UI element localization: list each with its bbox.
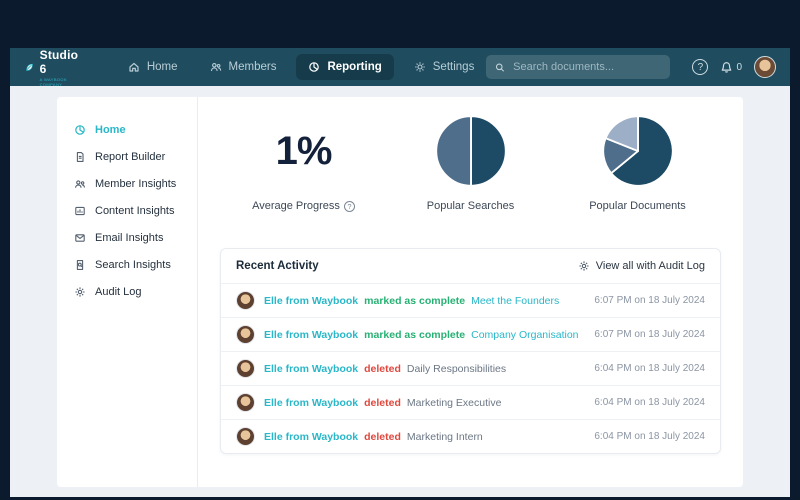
avatar: [236, 325, 255, 344]
activity-timestamp: 6:04 PM on 18 July 2024: [594, 363, 705, 374]
document-search-icon: [74, 259, 86, 271]
help-button[interactable]: ?: [692, 59, 708, 75]
activity-row: Elle from Waybook deleted Daily Responsi…: [221, 351, 720, 385]
recent-activity-title: Recent Activity: [236, 260, 319, 272]
popular-documents-pie-chart: [601, 114, 675, 188]
audit-log-icon: [74, 286, 86, 298]
user-avatar[interactable]: [754, 56, 776, 78]
search-icon: [495, 62, 505, 73]
avatar: [236, 359, 255, 378]
people-icon: [74, 178, 86, 190]
reporting-icon: [308, 61, 320, 73]
view-all-audit-log-link[interactable]: View all with Audit Log: [578, 260, 705, 272]
sidebar-item-email-insights[interactable]: Email Insights: [74, 224, 197, 251]
sidebar-item-report-builder[interactable]: Report Builder: [74, 143, 197, 170]
sidebar: Home Report Builder Member Insights: [57, 97, 198, 487]
audit-log-icon: [578, 260, 590, 272]
activity-user-link[interactable]: Elle from Waybook: [264, 397, 358, 409]
activity-action: marked as complete: [364, 295, 465, 307]
activity-row: Elle from Waybook marked as complete Mee…: [221, 283, 720, 317]
avatar: [236, 393, 255, 412]
settings-icon: [414, 61, 426, 73]
activity-action: deleted: [364, 431, 401, 443]
top-navbar: Studio 6 A WAYBOOK COMPANY Home Members: [10, 48, 790, 86]
activity-user-link[interactable]: Elle from Waybook: [264, 329, 358, 341]
popular-documents-stat: Popular Documents: [554, 111, 721, 212]
activity-timestamp: 6:07 PM on 18 July 2024: [594, 295, 705, 306]
activity-user-link[interactable]: Elle from Waybook: [264, 363, 358, 375]
document-icon: [74, 151, 86, 163]
activity-action: deleted: [364, 363, 401, 375]
recent-activity-card: Recent Activity View all with Audit Log: [220, 248, 721, 454]
activity-target: Marketing Intern: [407, 431, 483, 443]
home-icon: [128, 61, 140, 73]
pie-chart-icon: [74, 124, 86, 136]
sidebar-item-content-insights[interactable]: Content Insights: [74, 197, 197, 224]
search-bar[interactable]: [486, 55, 670, 79]
popular-searches-label: Popular Searches: [427, 200, 514, 212]
leaf-logo-icon: [24, 61, 35, 74]
logo-title: Studio 6: [40, 48, 82, 76]
search-input[interactable]: [513, 61, 661, 73]
activity-target: Daily Responsibilities: [407, 363, 506, 375]
sidebar-item-member-insights[interactable]: Member Insights: [74, 170, 197, 197]
popular-documents-label: Popular Documents: [589, 200, 686, 212]
activity-user-link[interactable]: Elle from Waybook: [264, 295, 358, 307]
main-nav: Home Members Reporting Settings: [116, 54, 487, 80]
avatar: [236, 427, 255, 446]
main-panel: 1% Average Progress ? Popular Searches: [198, 97, 743, 487]
stats-row: 1% Average Progress ? Popular Searches: [220, 111, 721, 212]
bar-chart-icon: [74, 205, 86, 217]
activity-action: deleted: [364, 397, 401, 409]
average-progress-label: Average Progress: [252, 200, 340, 212]
activity-user-link[interactable]: Elle from Waybook: [264, 431, 358, 443]
activity-timestamp: 6:07 PM on 18 July 2024: [594, 329, 705, 340]
nav-item-reporting[interactable]: Reporting: [296, 54, 393, 80]
popular-searches-pie-chart: [434, 114, 508, 188]
activity-timestamp: 6:04 PM on 18 July 2024: [594, 431, 705, 442]
bell-icon: [720, 61, 733, 74]
sidebar-item-home[interactable]: Home: [74, 116, 197, 143]
activity-timestamp: 6:04 PM on 18 July 2024: [594, 397, 705, 408]
activity-row: Elle from Waybook deleted Marketing Exec…: [221, 385, 720, 419]
activity-row: Elle from Waybook deleted Marketing Inte…: [221, 419, 720, 453]
activity-action: marked as complete: [364, 329, 465, 341]
activity-target-link[interactable]: Meet the Founders: [471, 295, 559, 307]
nav-item-members[interactable]: Members: [198, 54, 289, 80]
logo-subtitle: A WAYBOOK COMPANY: [40, 77, 82, 87]
nav-item-settings[interactable]: Settings: [402, 54, 487, 80]
average-progress-value: 1%: [276, 129, 332, 174]
app-window: Studio 6 A WAYBOOK COMPANY Home Members: [10, 48, 790, 497]
popular-searches-stat: Popular Searches: [387, 111, 554, 212]
members-icon: [210, 61, 222, 73]
notifications-count: 0: [736, 62, 742, 73]
activity-target-link[interactable]: Company Organisation: [471, 329, 578, 341]
activity-row: Elle from Waybook marked as complete Com…: [221, 317, 720, 351]
info-icon[interactable]: ?: [344, 201, 355, 212]
sidebar-item-search-insights[interactable]: Search Insights: [74, 251, 197, 278]
avatar: [236, 291, 255, 310]
activity-target: Marketing Executive: [407, 397, 502, 409]
mail-icon: [74, 232, 86, 244]
nav-item-home[interactable]: Home: [116, 54, 190, 80]
app-logo[interactable]: Studio 6 A WAYBOOK COMPANY: [24, 48, 82, 87]
average-progress-stat: 1% Average Progress ?: [220, 111, 387, 212]
page-content: Home Report Builder Member Insights: [10, 86, 790, 497]
dashboard-card: Home Report Builder Member Insights: [57, 97, 743, 487]
sidebar-item-audit-log[interactable]: Audit Log: [74, 278, 197, 305]
notifications-button[interactable]: 0: [720, 61, 742, 74]
